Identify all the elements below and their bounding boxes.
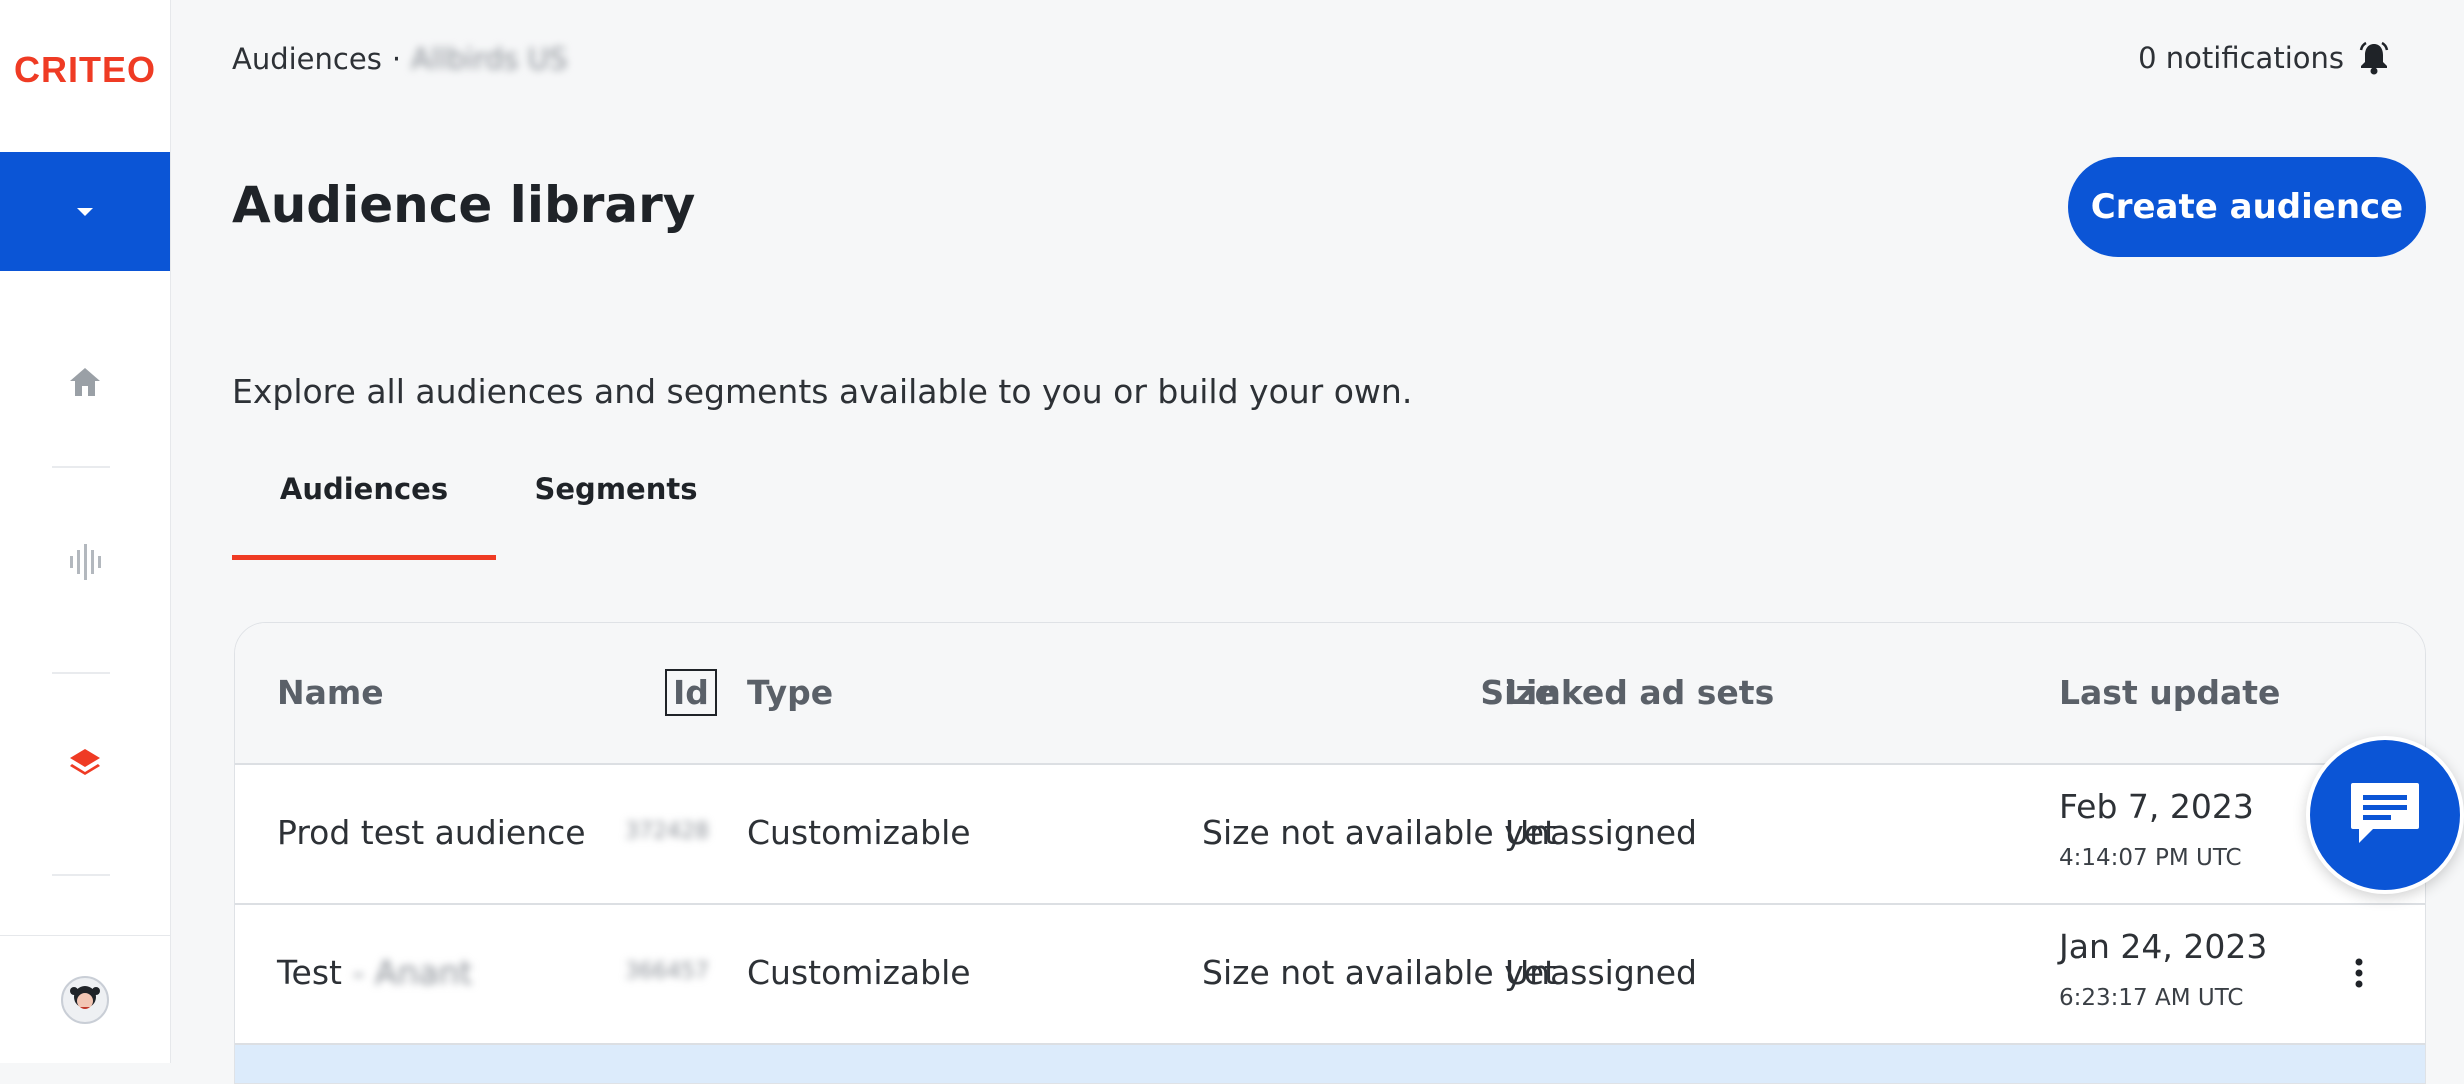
- last-update-time: 6:23:17 AM UTC: [2059, 985, 2244, 1011]
- notifications-button[interactable]: 0 notifications: [2138, 40, 2392, 76]
- audience-id: 372428: [625, 819, 709, 844]
- row-more-options-button[interactable]: [2335, 949, 2383, 997]
- breadcrumb-root[interactable]: Audiences: [232, 42, 382, 76]
- active-tab-indicator: [232, 555, 496, 560]
- sidebar-item-analytics[interactable]: [0, 502, 170, 622]
- home-icon: [70, 368, 100, 396]
- table-row[interactable]: [235, 1045, 2425, 1083]
- tab-audiences[interactable]: Audiences: [232, 460, 496, 560]
- last-update-date: Feb 7, 2023: [2059, 787, 2254, 826]
- tab-segments[interactable]: Segments: [496, 460, 736, 560]
- sidebar-item-home[interactable]: [0, 322, 170, 442]
- audience-name-text: Prod test audience: [277, 813, 586, 852]
- column-header-linked-ad-sets[interactable]: Linked ad sets: [1505, 673, 1774, 712]
- sidebar-divider: [52, 466, 110, 468]
- linked-ad-sets: Unassigned: [1505, 813, 1697, 852]
- table-row[interactable]: Prod test audience 372428 Customizable S…: [235, 765, 2425, 905]
- column-header-id[interactable]: Id: [665, 669, 717, 716]
- sidebar-item-audiences[interactable]: [0, 704, 170, 824]
- bell-icon: [2359, 41, 2389, 75]
- audience-name[interactable]: Test - Anant: [277, 953, 472, 992]
- audience-table: Name Id Type Size Linked ad sets Last up…: [234, 622, 2426, 1084]
- page-subtitle: Explore all audiences and segments avail…: [232, 372, 1413, 411]
- chat-icon: [2351, 783, 2419, 843]
- audience-size: Size not available yet: [1202, 813, 1557, 852]
- user-avatar-icon: [70, 986, 100, 1009]
- criteo-logo[interactable]: CRITEO: [10, 48, 160, 92]
- column-header-type[interactable]: Type: [747, 673, 833, 712]
- audience-name-text: Test: [277, 953, 342, 992]
- breadcrumb: Audiences · Allbirds US: [232, 42, 567, 76]
- audience-type: Customizable: [747, 953, 971, 992]
- page-title: Audience library: [232, 176, 696, 234]
- tab-label: Segments: [534, 472, 698, 506]
- notifications-label: 0 notifications: [2138, 41, 2344, 75]
- avatar[interactable]: [61, 976, 109, 1024]
- table-row[interactable]: Test - Anant 366457 Customizable Size no…: [235, 905, 2425, 1045]
- last-update-time: 4:14:07 PM UTC: [2059, 845, 2242, 871]
- breadcrumb-account[interactable]: Allbirds US: [411, 42, 567, 76]
- audience-name-suffix: - Anant: [352, 953, 473, 992]
- audience-size: Size not available yet: [1202, 953, 1557, 992]
- more-vertical-icon: [2355, 958, 2363, 988]
- tab-label: Audiences: [279, 472, 449, 506]
- analytics-icon: [70, 544, 101, 580]
- audience-name[interactable]: Prod test audience: [277, 813, 586, 852]
- audience-type: Customizable: [747, 813, 971, 852]
- layers-icon: [70, 749, 100, 775]
- audience-id: 366457: [625, 959, 709, 984]
- breadcrumb-separator: ·: [391, 42, 402, 76]
- sidebar-divider: [52, 672, 110, 674]
- column-header-last-update[interactable]: Last update: [2059, 673, 2280, 712]
- sidebar: CRITEO: [0, 0, 171, 1063]
- account-switcher-button[interactable]: [0, 152, 170, 271]
- sidebar-divider: [52, 874, 110, 876]
- create-audience-button[interactable]: Create audience: [2068, 157, 2426, 257]
- user-area: [0, 935, 170, 1064]
- table-header: Name Id Type Size Linked ad sets Last up…: [235, 623, 2425, 765]
- linked-ad-sets: Unassigned: [1505, 953, 1697, 992]
- column-header-name[interactable]: Name: [277, 673, 384, 712]
- chat-support-button[interactable]: [2306, 736, 2464, 894]
- last-update-date: Jan 24, 2023: [2059, 927, 2268, 966]
- chevron-down-icon: [77, 207, 93, 216]
